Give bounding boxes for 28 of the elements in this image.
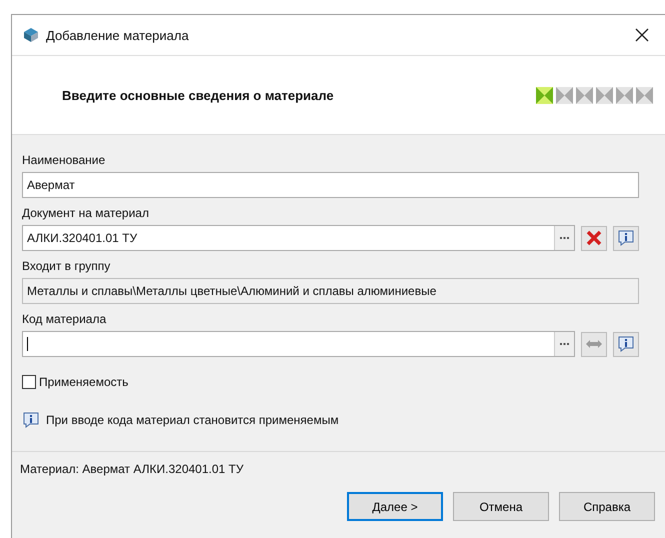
window-title: Добавление материала: [46, 28, 190, 42]
info-button[interactable]: [613, 226, 639, 250]
browse-button[interactable]: [554, 332, 574, 356]
info-icon: [617, 229, 635, 247]
double-arrow-icon: [585, 337, 603, 351]
document-field[interactable]: АЛКИ.320401.01 ТУ: [22, 225, 575, 251]
dialog-button[interactable]: Отмена: [453, 492, 549, 521]
step-heading: Введите основные сведения о материале: [62, 88, 335, 102]
hint-text: При вводе кода материал становится применяемым: [46, 413, 339, 427]
info-icon: [22, 411, 40, 429]
status-text: Материал: Авермат АЛКИ.320401.01 ТУ: [19, 461, 244, 476]
dialog-button[interactable]: Далее >: [347, 492, 443, 521]
close-icon: [586, 230, 602, 246]
field-label: Наименование: [22, 153, 106, 167]
dialog-button[interactable]: Справка: [559, 492, 655, 521]
field-label: Код материала: [22, 312, 108, 326]
checkbox[interactable]: [22, 375, 36, 389]
field-label: Входит в группу: [22, 259, 112, 273]
info-button[interactable]: [613, 332, 639, 356]
clear-button[interactable]: [581, 226, 607, 250]
info-icon: [617, 335, 635, 353]
code-field[interactable]: [22, 331, 575, 357]
group-field: Металлы и сплавы\Металлы цветные\Алюминий и сплавы алюминиевые: [22, 278, 639, 304]
browse-button[interactable]: [554, 226, 574, 250]
name-field[interactable]: Авермат: [22, 172, 639, 198]
field-label: Документ на материал: [22, 206, 150, 220]
app-icon: [22, 26, 40, 44]
checkbox-label: Применяемость: [39, 375, 128, 389]
